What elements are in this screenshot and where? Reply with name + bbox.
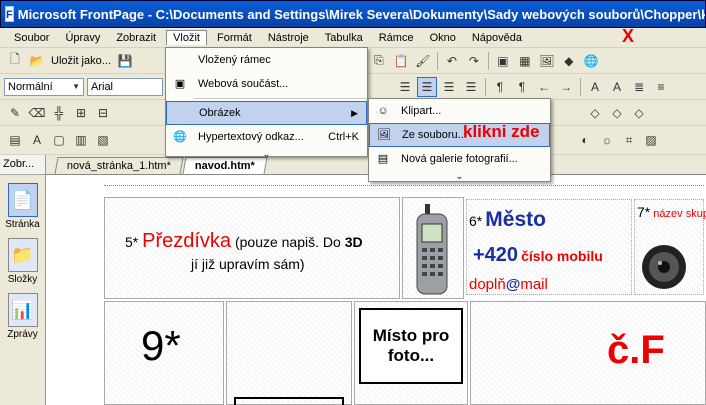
cf-cell[interactable]: č.F <box>470 301 706 405</box>
insert-picture-icon[interactable]: 🖼 <box>537 51 557 71</box>
split-cell-icon[interactable]: ╬ <box>49 103 69 123</box>
ltr-icon[interactable]: ¶ <box>490 77 510 97</box>
hyperlink-menu-icon: 🌐 <box>173 131 187 143</box>
tab-nova-stranka[interactable]: nová_stránka_1.htm* <box>54 157 184 174</box>
align-center-icon[interactable]: ☰ <box>417 76 437 97</box>
insert-inline-frame[interactable]: Vložený rámec <box>166 48 367 72</box>
web-component-icon[interactable]: ▣ <box>493 51 513 71</box>
justify-icon[interactable]: ☰ <box>461 77 481 97</box>
undo-icon[interactable]: ↶ <box>442 51 462 71</box>
empty-cell[interactable] <box>226 301 352 405</box>
shape-tool-icon[interactable]: ◇ <box>585 103 605 123</box>
align-left-icon[interactable]: ☰ <box>395 77 415 97</box>
format-painter-icon[interactable]: 🖌 <box>413 51 433 71</box>
menu-vlozit[interactable]: Vložit <box>166 30 207 45</box>
insert-hyperlink[interactable]: 🌐 Hypertextový odkaz... Ctrl+K <box>166 125 367 149</box>
insert-picture[interactable]: Obrázek ▶ <box>166 101 367 125</box>
expand-submenu-icon[interactable]: ⌄ <box>369 171 550 185</box>
nick-title: Přezdívka <box>142 230 232 252</box>
text-icon[interactable]: A <box>27 130 47 150</box>
bullets-icon[interactable]: ≡ <box>651 77 671 97</box>
insert-col-icon[interactable]: ⊟ <box>93 103 113 123</box>
font-grow-icon[interactable]: A <box>585 77 605 97</box>
city-label: Město <box>485 208 546 231</box>
shape-tool-3-icon[interactable]: ◇ <box>629 103 649 123</box>
style-combo[interactable]: Normální ▼ <box>4 77 84 96</box>
contact-cell[interactable]: 6* Město +420 číslo mobilu doplň@mail <box>466 199 632 295</box>
thumbnail-icon[interactable]: ▢ <box>49 130 69 150</box>
web-component-menu-icon: ▣ <box>174 78 186 90</box>
eraser-icon[interactable]: ⌫ <box>27 103 47 123</box>
folders-view-icon: 📁 <box>7 238 38 272</box>
bring-forward-icon[interactable]: ▧ <box>93 130 113 150</box>
picture-new-gallery[interactable]: ▤ Nová galerie fotografií... <box>369 147 550 171</box>
from-file-icon: 🖼 <box>377 129 391 141</box>
shape-tool-2-icon[interactable]: ◇ <box>607 103 627 123</box>
photo-placeholder: Místo pro foto... <box>359 308 463 384</box>
phone-image-cell[interactable] <box>402 197 464 299</box>
save-as-button[interactable]: Uložit jako... <box>51 55 111 67</box>
open-folder-icon[interactable]: 📂 <box>27 51 47 71</box>
group-cell[interactable]: 7* název skupiny <box>634 199 706 295</box>
menu-soubor[interactable]: Soubor <box>8 31 55 45</box>
contrast-icon[interactable]: ◐ <box>575 130 595 150</box>
position-icon[interactable]: ▥ <box>71 130 91 150</box>
rtl-icon[interactable]: ¶ <box>512 77 532 97</box>
speaker-icon <box>642 245 686 289</box>
picture-icon[interactable]: ▤ <box>5 130 25 150</box>
view-page[interactable]: 📄 Stránka <box>0 183 45 230</box>
picture-clipart[interactable]: ☺ Klipart... <box>369 99 550 123</box>
crop-icon[interactable]: ⌗ <box>619 130 639 150</box>
clipart-icon: ☺ <box>377 105 389 117</box>
drawing-icon[interactable]: ◆ <box>559 51 579 71</box>
menu-tabulka[interactable]: Tabulka <box>319 31 369 45</box>
submenu-arrow-icon: ▶ <box>351 107 358 118</box>
expand-menu-icon[interactable]: ⌄ <box>166 149 367 163</box>
title-bar: F Microsoft FrontPage - C:\Documents and… <box>0 0 706 28</box>
view-folders[interactable]: 📁 Složky <box>0 238 45 285</box>
views-panel-title: Zobr... <box>0 155 45 175</box>
menu-ramce[interactable]: Rámce <box>373 31 420 45</box>
click-here-annotation: klikni zde <box>463 122 540 141</box>
brightness-icon[interactable]: ☼ <box>597 130 617 150</box>
copy-icon[interactable]: ⎘ <box>369 51 389 71</box>
pencil-icon[interactable]: ✎ <box>5 103 25 123</box>
insert-row-icon[interactable]: ⊞ <box>71 103 91 123</box>
insert-menu: Vložený rámec ▣ Webová součást... Obrázek… <box>165 47 368 160</box>
redo-icon[interactable]: ↷ <box>464 51 484 71</box>
paste-icon[interactable]: 📋 <box>391 51 411 71</box>
numbering-icon[interactable]: ≣ <box>629 77 649 97</box>
window-title: Microsoft FrontPage - C:\Documents and S… <box>17 6 706 22</box>
insert-web-component[interactable]: ▣ Webová součást... <box>166 72 367 96</box>
page-view-icon: 📄 <box>7 183 38 217</box>
new-page-icon[interactable]: 🗋 <box>5 51 25 71</box>
increase-indent-icon[interactable]: → <box>556 77 576 97</box>
save-icon[interactable]: 💾 <box>115 51 135 71</box>
menu-zobrazit[interactable]: Zobrazit <box>110 31 162 45</box>
view-reports[interactable]: 📊 Zprávy <box>0 293 45 340</box>
page-editor[interactable]: 5* Přezdívka (pouze napiš. Do 3D jí již … <box>46 175 706 405</box>
menu-nastroje[interactable]: Nástroje <box>262 31 315 45</box>
photo-gallery-icon: ▤ <box>377 153 389 165</box>
font-shrink-icon[interactable]: A <box>607 77 627 97</box>
cell-9[interactable]: 9* <box>104 301 224 405</box>
menu-okno[interactable]: Okno <box>424 31 462 45</box>
align-right-icon[interactable]: ☰ <box>439 77 459 97</box>
menu-format[interactable]: Formát <box>211 31 258 45</box>
menu-bar: Soubor Úpravy Zobrazit Vložit Formát Nás… <box>0 26 706 48</box>
reports-view-icon: 📊 <box>7 293 38 327</box>
close-annotation: X <box>622 26 635 46</box>
table-icon[interactable]: ▦ <box>515 51 535 71</box>
frontpage-icon: F <box>5 6 14 22</box>
font-combo[interactable]: Arial <box>87 77 163 96</box>
views-panel: Zobr... 📄 Stránka 📁 Složky 📊 Zprávy <box>0 155 46 405</box>
menu-napoveda[interactable]: Nápověda <box>466 31 528 45</box>
mobile-phone-icon <box>416 204 448 295</box>
hyperlink-icon[interactable]: 🌐 <box>581 51 601 71</box>
color-icon[interactable]: ▨ <box>641 130 661 150</box>
photo-cell[interactable]: Místo pro foto... <box>354 301 468 405</box>
nick-cell[interactable]: 5* Přezdívka (pouze napiš. Do 3D jí již … <box>104 197 400 299</box>
menu-upravy[interactable]: Úpravy <box>59 31 106 45</box>
decrease-indent-icon[interactable]: ← <box>534 77 554 97</box>
